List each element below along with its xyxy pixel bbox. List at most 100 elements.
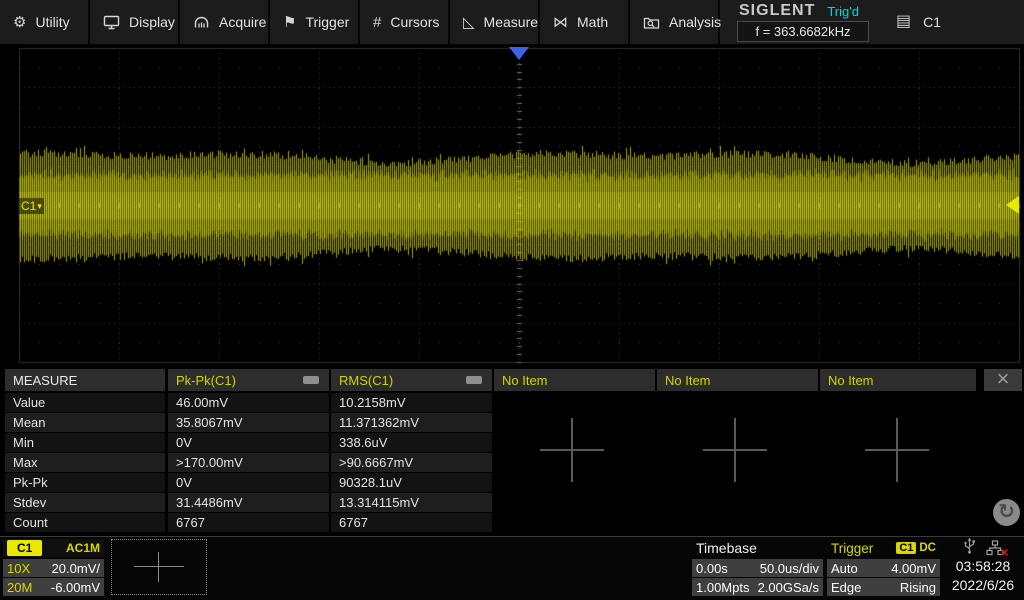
trigger-title: Trigger: [831, 541, 873, 556]
remove-measure-icon[interactable]: −: [466, 376, 482, 384]
measure-value: >170.00mV: [168, 453, 329, 472]
menu-item-analysis[interactable]: Analysis: [630, 0, 720, 44]
timebase-sample-rate: 2.00GSa/s: [758, 580, 819, 595]
measure-value: 13.314115mV: [331, 493, 492, 512]
measure-value: 338.6uV: [331, 433, 492, 452]
timebase-title: Timebase: [692, 539, 823, 557]
channel1-descriptor-box[interactable]: C1 AC1M 10X 20.0mV/ 20M -6.00mV: [3, 539, 104, 597]
plus-icon: [134, 552, 184, 582]
measure-column-label: No Item: [828, 373, 976, 388]
trigger-position-indicator[interactable]: [509, 47, 529, 60]
menu-item-label: Utility: [35, 14, 69, 30]
menu-item-label: Analysis: [669, 14, 721, 30]
menu-item-math[interactable]: ⋈Math: [540, 0, 630, 44]
menu-item-utility[interactable]: ⚙ Utility: [0, 0, 90, 44]
flag-icon: ⚑: [283, 15, 296, 30]
channel1-scale: 20.0mV/: [52, 561, 100, 576]
measure-value: 31.4486mV: [168, 493, 329, 512]
siglent-logo: SIGLENT: [735, 2, 815, 20]
channel1-attenuation: 10X: [7, 561, 30, 576]
system-status-area: × 03:58:28 2022/6/26: [944, 537, 1022, 599]
measure-row-label: Stdev: [5, 493, 165, 512]
measure-row-label: Min: [5, 433, 165, 452]
measure-value: 35.8067mV: [168, 413, 329, 432]
ruler-triangle-icon: ◺: [463, 15, 475, 30]
measure-value: 0V: [168, 433, 329, 452]
channel1-badge: C1: [7, 540, 42, 556]
trigger-source-badge: C1: [896, 542, 916, 554]
trigger-level: 4.00mV: [891, 561, 936, 576]
menu-item-label: Trigger: [305, 14, 349, 30]
frequency-counter: f = 363.6682kHz: [737, 21, 869, 42]
measure-column-label: No Item: [665, 373, 818, 388]
menu-item-acquire[interactable]: Acquire: [180, 0, 270, 44]
measure-column-header-2[interactable]: RMS(C1)−: [331, 369, 492, 391]
waveform-display[interactable]: [0, 44, 1024, 368]
measure-value: 46.00mV: [168, 393, 329, 412]
add-channel-button[interactable]: [111, 539, 207, 595]
measure-value: 11.371362mV: [331, 413, 492, 432]
channel1-coupling: AC1M: [66, 541, 100, 555]
menu-item-measure[interactable]: ◺ Measure: [450, 0, 540, 44]
brand-block: SIGLENT Trig'd f = 363.6682kHz: [735, 0, 871, 44]
lan-icon[interactable]: ×: [986, 540, 1004, 556]
trigger-type: Edge: [831, 580, 861, 595]
add-measure-button[interactable]: [865, 418, 929, 482]
timebase-delay: 0.00s: [696, 561, 728, 576]
bottom-status-bar: C1 AC1M 10X 20.0mV/ 20M -6.00mV Timebase…: [0, 536, 1024, 600]
channel-list-button[interactable]: ▤ C1: [888, 0, 941, 44]
trigger-mode: Auto: [831, 561, 858, 576]
measure-row-label: Count: [5, 513, 165, 532]
channel1-offset: -6.00mV: [51, 580, 100, 595]
menu-item-label: Math: [577, 14, 608, 30]
channel-list-label: C1: [923, 14, 941, 30]
measure-value: 10.2158mV: [331, 393, 492, 412]
measure-row-label: Value: [5, 393, 165, 412]
gear-icon: ⚙: [13, 15, 26, 30]
trigger-status-badge: Trig'd: [827, 4, 859, 19]
channel1-bandwidth: 20M: [7, 580, 32, 595]
trigger-box[interactable]: Trigger C1 DC Auto 4.00mV Edge Rising: [827, 539, 940, 597]
measure-column-header-1[interactable]: Pk-Pk(C1)−: [168, 369, 329, 391]
menu-item-label: Display: [129, 14, 175, 30]
measure-value: 90328.1uV: [331, 473, 492, 492]
measure-column-label: No Item: [502, 373, 655, 388]
trigger-level-indicator[interactable]: [1006, 196, 1019, 214]
channel-offset-label: C1: [21, 198, 36, 214]
measure-value: 6767: [168, 513, 329, 532]
measure-value: 6767: [331, 513, 492, 532]
timebase-memory-depth: 1.00Mpts: [696, 580, 749, 595]
cursors-grid-icon: #: [373, 15, 381, 30]
trigger-slope: Rising: [900, 580, 936, 595]
measure-column-header-5[interactable]: No Item: [820, 369, 976, 391]
measure-panel-title: MEASURE: [5, 369, 165, 391]
measure-close-button[interactable]: ×: [984, 369, 1022, 391]
usb-icon[interactable]: [963, 537, 976, 559]
remove-measure-icon[interactable]: −: [303, 376, 319, 384]
menu-item-trigger[interactable]: ⚑ Trigger: [270, 0, 360, 44]
oscilloscope-screen: { "menu_bar": { "items": [ {"id":"utilit…: [0, 0, 1024, 600]
menu-item-cursors[interactable]: # Cursors: [360, 0, 450, 44]
menu-item-label: Measure: [484, 14, 538, 30]
measure-column-header-3[interactable]: No Item: [494, 369, 655, 391]
acquire-arch-icon: [193, 14, 210, 30]
measure-column-header-4[interactable]: No Item: [657, 369, 818, 391]
clock-time[interactable]: 03:58:28: [944, 558, 1022, 574]
measure-row-label: Mean: [5, 413, 165, 432]
trigger-coupling: DC: [919, 542, 936, 554]
measure-panel: MEASURE Pk-Pk(C1)−RMS(C1)−No ItemNo Item…: [0, 368, 1024, 534]
menu-item-display[interactable]: Display: [90, 0, 180, 44]
clock-date[interactable]: 2022/6/26: [944, 577, 1022, 593]
clipboard-icon: ▤: [896, 14, 911, 30]
measure-column-label: RMS(C1): [339, 373, 466, 388]
add-measure-button[interactable]: [540, 418, 604, 482]
menu-item-label: Cursors: [390, 14, 439, 30]
measure-row-label: Pk-Pk: [5, 473, 165, 492]
channel-offset-marker[interactable]: C1 ▾: [19, 198, 44, 214]
timebase-box[interactable]: Timebase 0.00s 50.0us/div 1.00Mpts 2.00G…: [692, 539, 823, 597]
monitor-icon: [103, 14, 120, 30]
measure-value: >90.6667mV: [331, 453, 492, 472]
statistics-reset-button[interactable]: ↻: [993, 499, 1020, 526]
timebase-scale: 50.0us/div: [760, 561, 819, 576]
add-measure-button[interactable]: [703, 418, 767, 482]
